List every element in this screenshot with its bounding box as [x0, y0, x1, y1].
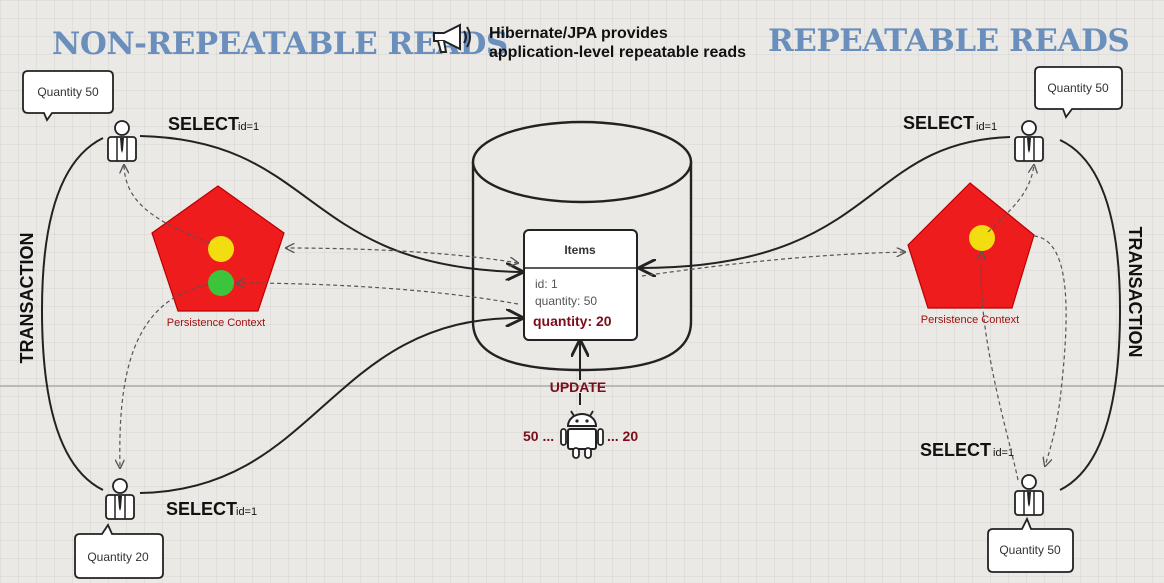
- right-top-user-icon: [1014, 120, 1044, 162]
- update-to-value: ... 20: [607, 428, 638, 444]
- right-bottom-speech-bubble: Quantity 50: [987, 516, 1074, 573]
- right-top-bubble-text: Quantity 50: [1047, 81, 1109, 95]
- left-dashed-to-bottom-user: [120, 284, 209, 468]
- note-line-1: Hibernate/JPA provides: [489, 25, 668, 42]
- diagram-svg: NON-REPEATABLE READS REPEATABLE READS Hi…: [0, 23, 1164, 579]
- left-entity-green: [208, 270, 234, 296]
- right-select-bottom: SELECT: [920, 440, 991, 460]
- right-select-top: SELECT: [903, 113, 974, 133]
- left-bottom-speech-bubble: Quantity 20: [74, 523, 164, 579]
- title-repeatable-reads: REPEATABLE READS: [768, 23, 1129, 59]
- right-transaction-label: TRANSACTION: [1125, 227, 1145, 358]
- right-select-top-id: id=1: [976, 121, 997, 133]
- right-transaction-arc: [1059, 139, 1122, 491]
- items-table-title: Items: [564, 243, 596, 257]
- note-line-2: application-level repeatable reads: [489, 44, 746, 61]
- right-top-speech-bubble: Quantity 50: [1034, 66, 1123, 119]
- left-persistence-context-label: Persistence Context: [167, 317, 265, 329]
- right-persistence-context-pentagon: [907, 182, 1035, 309]
- right-bottom-bubble-text: Quantity 50: [999, 543, 1061, 557]
- left-entity-yellow: [208, 236, 234, 262]
- left-top-bubble-text: Quantity 50: [37, 85, 99, 99]
- right-entity-yellow: [969, 225, 995, 251]
- left-bottom-bubble-text: Quantity 20: [87, 550, 149, 564]
- left-top-speech-bubble: Quantity 50: [22, 70, 114, 122]
- left-select-bottom-id: id=1: [236, 506, 257, 518]
- update-label: UPDATE: [550, 379, 607, 395]
- right-dashed-to-bottom-user: [1033, 235, 1067, 466]
- android-robot-icon: [560, 410, 604, 459]
- left-transaction-arc: [40, 137, 104, 491]
- item-quantity-new: quantity: 20: [533, 313, 612, 329]
- left-bottom-user-icon: [105, 478, 135, 520]
- left-select-top-id: id=1: [238, 121, 259, 133]
- right-select-bottom-id: id=1: [993, 447, 1014, 459]
- left-transaction-label: TRANSACTION: [17, 233, 37, 364]
- item-id: id: 1: [535, 277, 558, 291]
- items-table: Items id: 1 quantity: 50 quantity: 20: [523, 229, 638, 341]
- item-quantity-old: quantity: 50: [535, 294, 597, 308]
- left-select-top: SELECT: [168, 114, 239, 134]
- left-top-user-icon: [107, 120, 137, 162]
- left-bottom-select-curve: [139, 318, 522, 494]
- right-bottom-user-icon: [1014, 474, 1044, 516]
- right-persistence-context-label: Persistence Context: [921, 314, 1019, 326]
- update-from-value: 50 ...: [523, 428, 554, 444]
- diagram-canvas: NON-REPEATABLE READS REPEATABLE READS Hi…: [0, 0, 1164, 583]
- left-select-bottom: SELECT: [166, 499, 237, 519]
